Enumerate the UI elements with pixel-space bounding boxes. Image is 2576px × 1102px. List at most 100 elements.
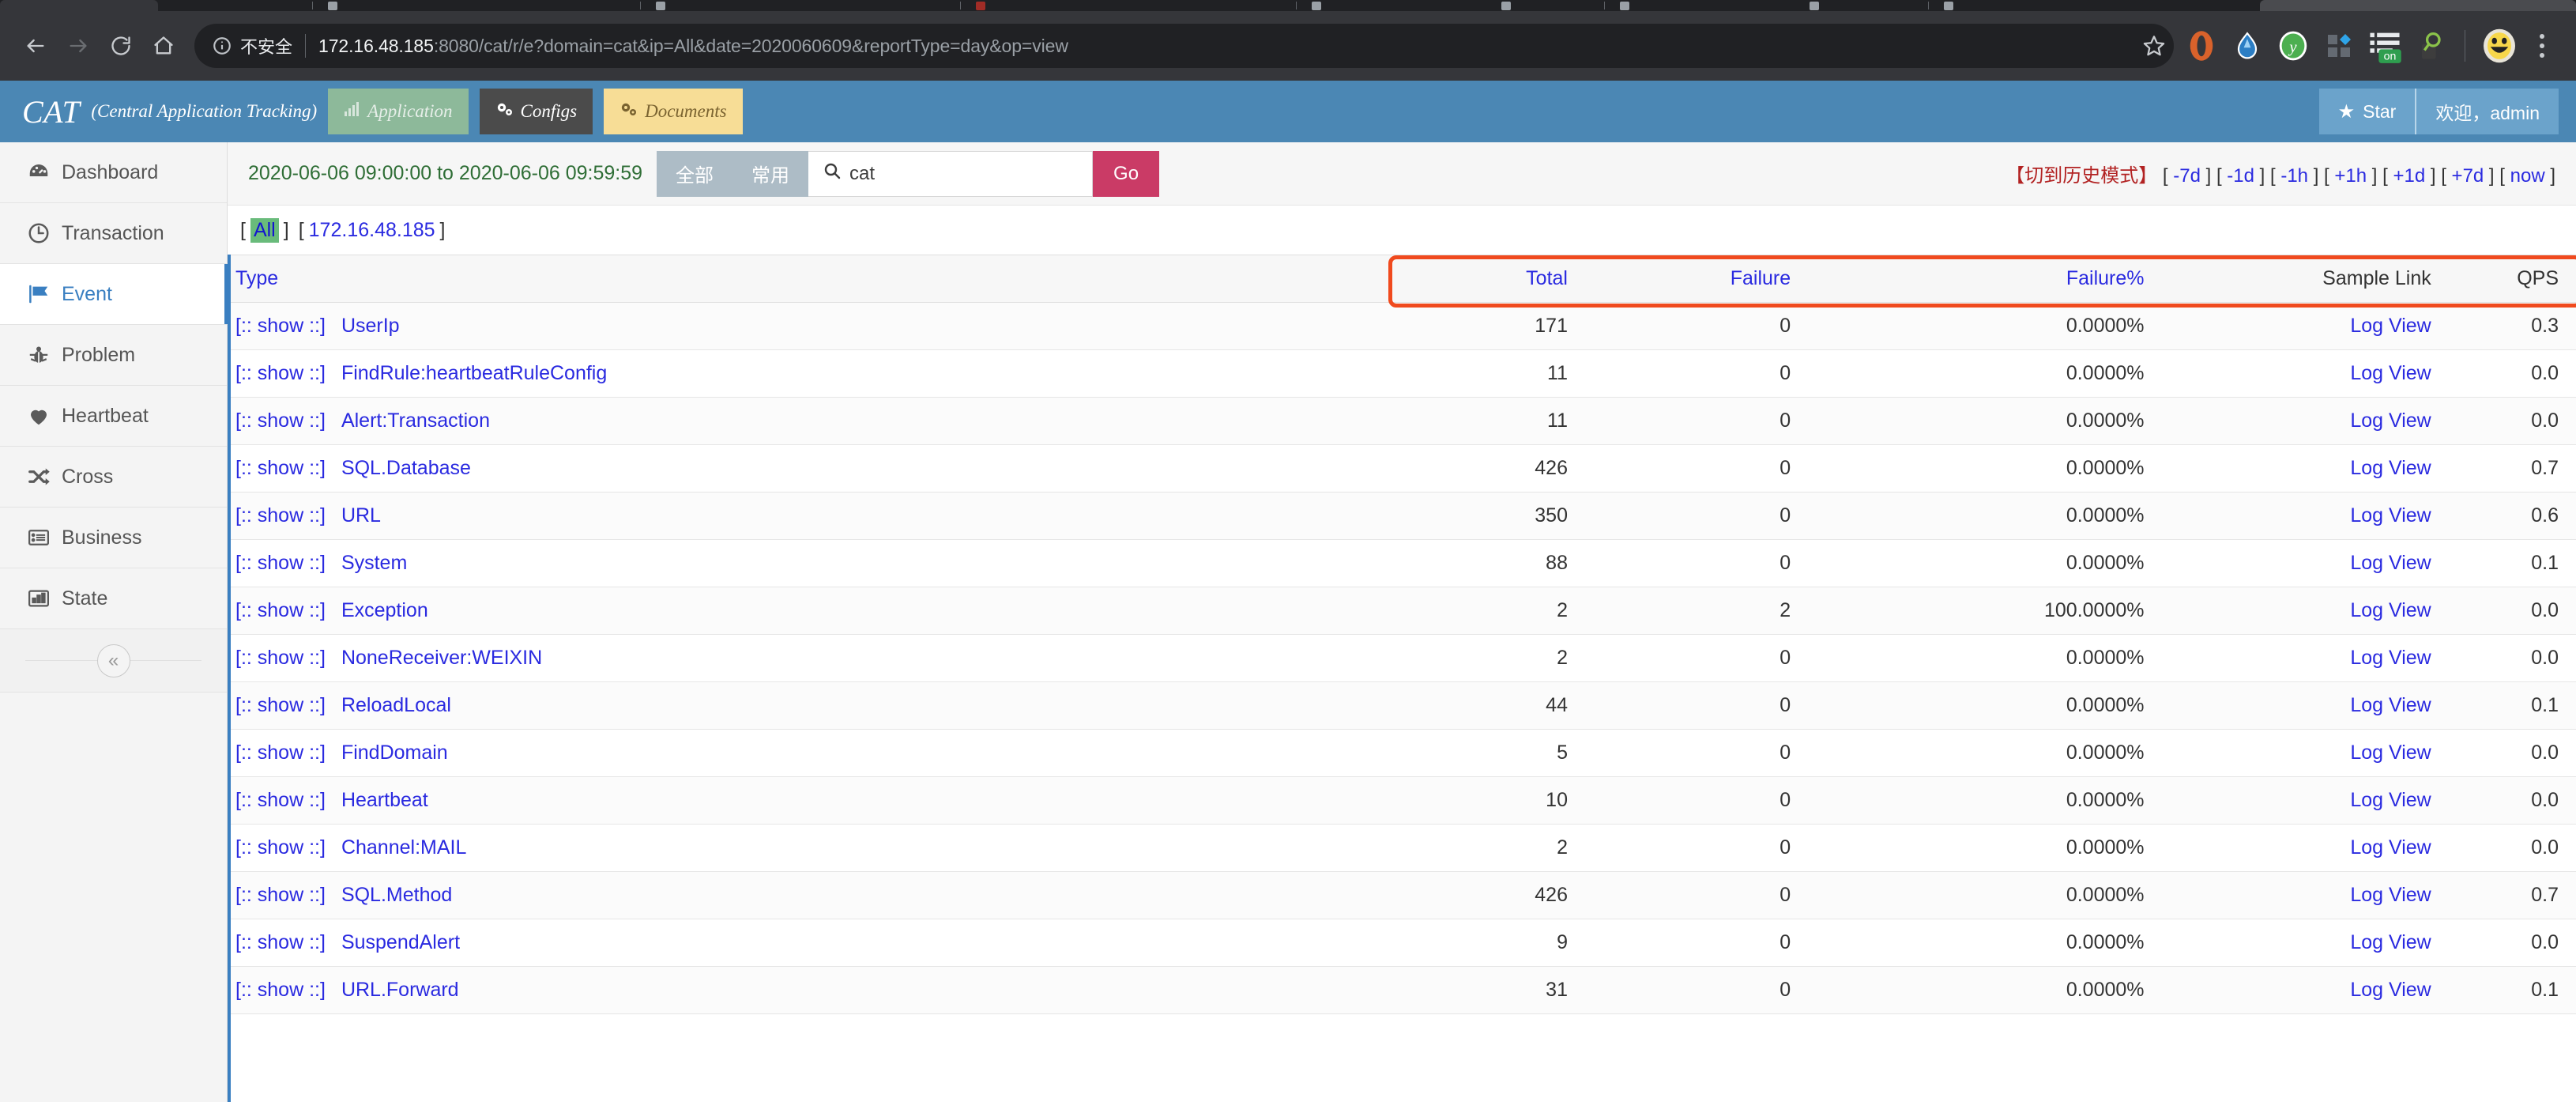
segment-all-button[interactable]: 全部	[657, 151, 733, 197]
show-link[interactable]: [:: show ::]	[235, 315, 326, 337]
log-view-link[interactable]: Log View	[2350, 647, 2431, 669]
bookmark-star-icon[interactable]	[2131, 34, 2166, 58]
col-failure[interactable]: Failure	[1591, 255, 1825, 303]
log-view-link[interactable]: Log View	[2350, 409, 2431, 432]
sidebar-item-state[interactable]: State	[0, 568, 227, 629]
type-link[interactable]: FindRule:heartbeatRuleConfig	[341, 362, 607, 384]
col-failure-percent[interactable]: Failure%	[1825, 255, 2180, 303]
tab-application[interactable]: Application	[328, 89, 468, 134]
list-on-icon[interactable]: on	[2362, 23, 2408, 69]
ip-filter-all[interactable]: All	[250, 218, 279, 243]
type-link[interactable]: Heartbeat	[341, 789, 428, 811]
log-view-link[interactable]: Log View	[2350, 599, 2431, 621]
reload-button[interactable]	[100, 25, 142, 67]
sidebar-item-problem[interactable]: Problem	[0, 325, 227, 386]
browser-tab[interactable]	[0, 0, 158, 11]
sidebar-item-dashboard[interactable]: Dashboard	[0, 142, 227, 203]
type-link[interactable]: Exception	[341, 599, 428, 621]
show-link[interactable]: [:: show ::]	[235, 931, 326, 953]
magnifier-icon[interactable]	[2408, 23, 2454, 69]
sidebar-item-cross[interactable]: Cross	[0, 447, 227, 508]
show-link[interactable]: [:: show ::]	[235, 552, 326, 574]
col-total[interactable]: Total	[1406, 255, 1591, 303]
address-bar[interactable]: 不安全 172.16.48.185:8080/cat/r/e?domain=ca…	[194, 24, 2174, 68]
opera-o-icon[interactable]	[2179, 23, 2224, 69]
type-link[interactable]: SQL.Database	[341, 457, 471, 479]
shift-plus1d[interactable]: +1d	[2393, 165, 2425, 187]
sidebar-item-heartbeat[interactable]: Heartbeat	[0, 386, 227, 447]
log-view-link[interactable]: Log View	[2350, 362, 2431, 384]
sidebar-item-transaction[interactable]: Transaction	[0, 203, 227, 264]
col-type[interactable]: Type	[228, 255, 1406, 303]
show-link[interactable]: [:: show ::]	[235, 504, 326, 526]
shift-plus1h[interactable]: +1h	[2334, 165, 2367, 187]
type-link[interactable]: UserIp	[341, 315, 400, 337]
sidebar-item-event[interactable]: Event	[0, 264, 227, 325]
tab-documents[interactable]: Documents	[604, 89, 742, 134]
blue-drop-icon[interactable]	[2224, 23, 2270, 69]
type-link[interactable]: System	[341, 552, 407, 574]
green-y-icon[interactable]: y	[2270, 23, 2316, 69]
log-view-link[interactable]: Log View	[2350, 836, 2431, 859]
log-view-link[interactable]: Log View	[2350, 931, 2431, 953]
type-link[interactable]: FindDomain	[341, 742, 448, 764]
show-link[interactable]: [:: show ::]	[235, 884, 326, 906]
ip-filter-address[interactable]: 172.16.48.185	[309, 219, 435, 242]
show-link[interactable]: [:: show ::]	[235, 742, 326, 764]
shift-now[interactable]: now	[2510, 165, 2545, 187]
show-link[interactable]: [:: show ::]	[235, 409, 326, 432]
log-view-link[interactable]: Log View	[2350, 552, 2431, 574]
show-link[interactable]: [:: show ::]	[235, 789, 326, 811]
search-input[interactable]	[849, 163, 1092, 185]
shift-minus1h[interactable]: -1h	[2280, 165, 2308, 187]
show-link[interactable]: [:: show ::]	[235, 694, 326, 716]
search-field-wrap[interactable]	[808, 151, 1093, 197]
back-button[interactable]	[14, 25, 57, 67]
browser-menu-button[interactable]	[2522, 34, 2562, 58]
show-link[interactable]: [:: show ::]	[235, 647, 326, 669]
segment-common-button[interactable]: 常用	[733, 151, 808, 197]
log-view-link[interactable]: Log View	[2350, 884, 2431, 906]
type-link[interactable]: ReloadLocal	[341, 694, 451, 716]
url-text[interactable]: 172.16.48.185:8080/cat/r/e?domain=cat&ip…	[318, 36, 1068, 57]
log-view-link[interactable]: Log View	[2350, 504, 2431, 526]
type-link[interactable]: URL	[341, 504, 381, 526]
shift-minus1d[interactable]: -1d	[2227, 165, 2254, 187]
show-link[interactable]: [:: show ::]	[235, 362, 326, 384]
date-range-label[interactable]: 2020-06-06 09:00:00 to 2020-06-06 09:59:…	[234, 162, 657, 185]
app-logo[interactable]: CAT	[22, 93, 80, 130]
type-link[interactable]: Alert:Transaction	[341, 409, 490, 432]
sidebar-item-business[interactable]: Business	[0, 508, 227, 568]
info-circle-icon[interactable]	[212, 36, 232, 56]
browser-tab-active[interactable]	[2260, 0, 2576, 11]
user-welcome[interactable]: 欢迎，admin	[2416, 89, 2559, 134]
type-link[interactable]: URL.Forward	[341, 979, 459, 1001]
star-button[interactable]: ★ Star	[2319, 89, 2416, 134]
tab-configs[interactable]: Configs	[480, 89, 593, 134]
profile-avatar-icon[interactable]	[2476, 23, 2522, 69]
forward-button[interactable]	[57, 25, 100, 67]
sidebar-collapse-button[interactable]: «	[0, 629, 227, 693]
show-link[interactable]: [:: show ::]	[235, 599, 326, 621]
type-link[interactable]: Channel:MAIL	[341, 836, 466, 859]
log-view-link[interactable]: Log View	[2350, 979, 2431, 1001]
home-button[interactable]	[142, 25, 185, 67]
type-link[interactable]: SuspendAlert	[341, 931, 460, 953]
log-view-link[interactable]: Log View	[2350, 457, 2431, 479]
type-link[interactable]: SQL.Method	[341, 884, 452, 906]
go-button[interactable]: Go	[1093, 151, 1159, 197]
show-link[interactable]: [:: show ::]	[235, 979, 326, 1001]
shift-plus7d[interactable]: +7d	[2452, 165, 2484, 187]
log-view-link[interactable]: Log View	[2350, 742, 2431, 764]
show-link[interactable]: [:: show ::]	[235, 836, 326, 859]
log-view-link[interactable]: Log View	[2350, 789, 2431, 811]
log-view-link[interactable]: Log View	[2350, 315, 2431, 337]
history-mode-link[interactable]: 【切到历史模式】	[2005, 160, 2157, 187]
sidebar-filler	[0, 693, 227, 1102]
browser-tab-strip[interactable]	[0, 0, 2576, 11]
blocks-icon[interactable]	[2316, 23, 2362, 69]
shift-minus7d[interactable]: -7d	[2173, 165, 2201, 187]
type-link[interactable]: NoneReceiver:WEIXIN	[341, 647, 542, 669]
show-link[interactable]: [:: show ::]	[235, 457, 326, 479]
log-view-link[interactable]: Log View	[2350, 694, 2431, 716]
